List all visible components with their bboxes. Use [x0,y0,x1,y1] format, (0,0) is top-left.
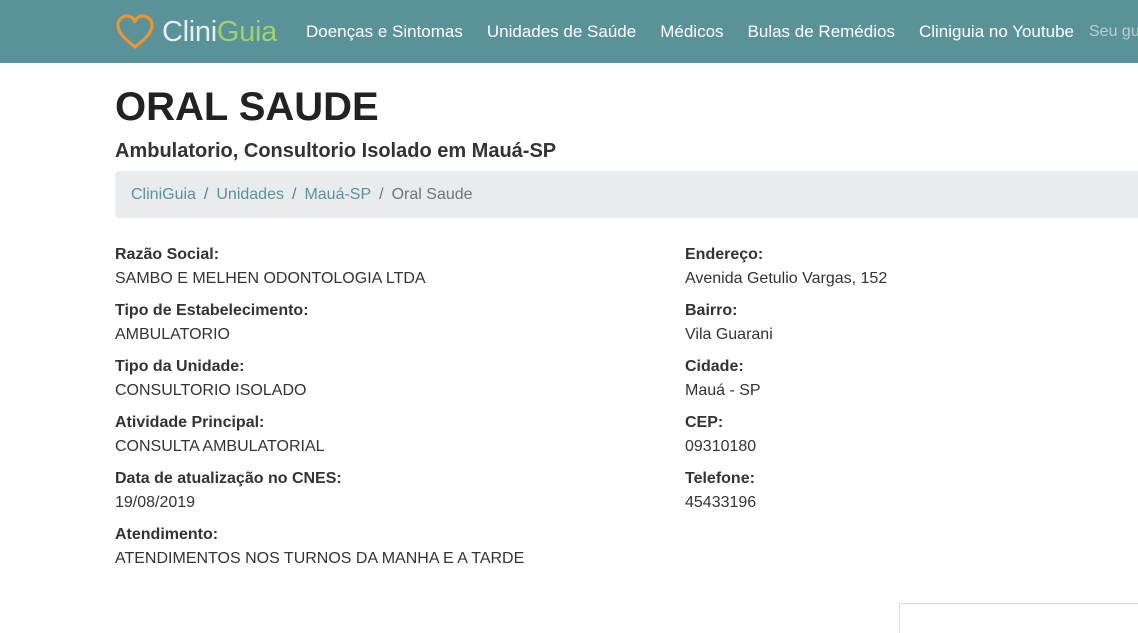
field-telefone: Telefone: 45433196 [685,467,756,515]
breadcrumb-current: Oral Saude [391,185,473,203]
brand-logo[interactable]: CliniGuia [116,12,277,52]
field-label: Razão Social: [115,246,220,263]
brand-name: CliniGuia [162,12,277,52]
field-value: CONSULTORIO ISOLADO [115,382,307,399]
field-value: CONSULTA AMBULATORIAL [115,438,325,455]
field-razao-social: Razão Social: SAMBO E MELHEN ODONTOLOGIA… [115,243,426,291]
field-tipo-estabelecimento: Tipo de Estabelecimento: AMBULATORIO [115,299,309,347]
page-title: ORAL SAUDE [115,85,379,129]
nav-cliniguia-youtube[interactable]: Cliniguia no Youtube [919,22,1074,42]
breadcrumb-separator: / [379,185,384,203]
bottom-right-panel [899,603,1138,633]
field-label: Tipo da Unidade: [115,358,245,375]
field-value: SAMBO E MELHEN ODONTOLOGIA LTDA [115,270,426,287]
field-value: 45433196 [685,494,757,511]
field-atividade-principal: Atividade Principal: CONSULTA AMBULATORI… [115,411,325,459]
field-label: Atividade Principal: [115,414,265,431]
field-label: CEP: [685,414,724,431]
search-input[interactable] [1089,21,1138,43]
field-label: Data de atualização no CNES: [115,470,342,487]
breadcrumb: CliniGuia / Unidades / Mauá-SP / Oral Sa… [115,171,1138,218]
field-label: Cidade: [685,358,744,375]
breadcrumb-separator: / [203,185,209,203]
breadcrumb-unidades[interactable]: Unidades [216,186,284,204]
breadcrumb-city[interactable]: Mauá-SP [304,186,371,204]
nav-bulas-remedios[interactable]: Bulas de Remédios [748,22,895,42]
nav-doencas-sintomas[interactable]: Doenças e Sintomas [306,22,463,42]
nav-medicos[interactable]: Médicos [660,22,723,42]
field-label: Atendimento: [115,526,219,543]
field-value: Vila Guarani [685,326,773,343]
breadcrumb-separator: / [291,185,297,203]
field-value: Avenida Getulio Vargas, 152 [685,270,888,287]
field-data-atualizacao: Data de atualização no CNES: 19/08/2019 [115,467,342,515]
field-value: 09310180 [685,438,757,455]
field-cidade: Cidade: Mauá - SP [685,355,761,403]
field-label: Telefone: [685,470,755,487]
field-value: ATENDIMENTOS NOS TURNOS DA MANHA E A TAR… [115,550,525,567]
field-bairro: Bairro: Vila Guarani [685,299,773,347]
field-label: Endereço: [685,246,764,263]
field-value: AMBULATORIO [115,326,230,343]
field-label: Tipo de Estabelecimento: [115,302,309,319]
field-value: 19/08/2019 [115,494,196,511]
brand-name-secondary: Guia [216,16,277,48]
field-atendimento: Atendimento: ATENDIMENTOS NOS TURNOS DA … [115,523,524,571]
heart-outline-icon [116,14,154,50]
nav-unidades-saude[interactable]: Unidades de Saúde [487,22,636,42]
field-endereco: Endereço: Avenida Getulio Vargas, 152 [685,243,887,291]
field-tipo-unidade: Tipo da Unidade: CONSULTORIO ISOLADO [115,355,306,403]
field-label: Bairro: [685,302,738,319]
breadcrumb-home[interactable]: CliniGuia [131,186,196,204]
brand-name-primary: Clini [162,16,217,48]
field-cep: CEP: 09310180 [685,411,756,459]
main-nav: Doenças e Sintomas Unidades de Saúde Méd… [306,0,1098,63]
field-value: Mauá - SP [685,382,761,399]
page-subtitle: Ambulatorio, Consultorio Isolado em Mauá… [115,140,557,162]
top-navbar: CliniGuia Doenças e Sintomas Unidades de… [0,0,1138,63]
